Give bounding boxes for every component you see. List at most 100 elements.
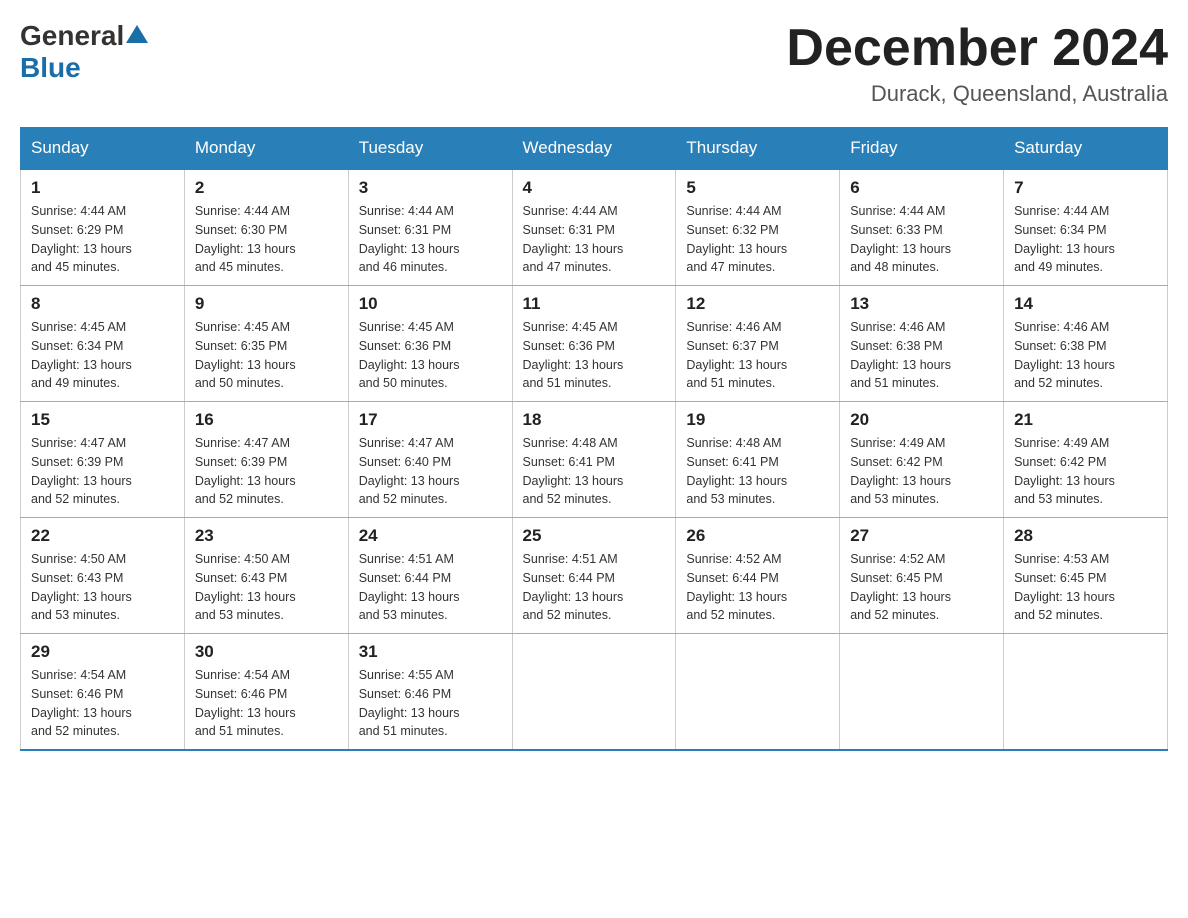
day-number: 11: [523, 294, 666, 314]
day-cell: [512, 634, 676, 751]
day-cell: 7 Sunrise: 4:44 AMSunset: 6:34 PMDayligh…: [1004, 169, 1168, 286]
day-info: Sunrise: 4:47 AMSunset: 6:40 PMDaylight:…: [359, 436, 460, 506]
week-row-1: 1 Sunrise: 4:44 AMSunset: 6:29 PMDayligh…: [21, 169, 1168, 286]
day-number: 19: [686, 410, 829, 430]
day-number: 7: [1014, 178, 1157, 198]
day-info: Sunrise: 4:44 AMSunset: 6:32 PMDaylight:…: [686, 204, 787, 274]
day-number: 10: [359, 294, 502, 314]
day-info: Sunrise: 4:44 AMSunset: 6:30 PMDaylight:…: [195, 204, 296, 274]
month-title: December 2024: [786, 20, 1168, 77]
day-cell: 13 Sunrise: 4:46 AMSunset: 6:38 PMDaylig…: [840, 286, 1004, 402]
day-number: 28: [1014, 526, 1157, 546]
day-cell: 2 Sunrise: 4:44 AMSunset: 6:30 PMDayligh…: [184, 169, 348, 286]
day-number: 16: [195, 410, 338, 430]
day-info: Sunrise: 4:46 AMSunset: 6:37 PMDaylight:…: [686, 320, 787, 390]
day-cell: 1 Sunrise: 4:44 AMSunset: 6:29 PMDayligh…: [21, 169, 185, 286]
logo-general: General: [20, 20, 124, 52]
day-info: Sunrise: 4:48 AMSunset: 6:41 PMDaylight:…: [686, 436, 787, 506]
day-info: Sunrise: 4:52 AMSunset: 6:45 PMDaylight:…: [850, 552, 951, 622]
day-number: 30: [195, 642, 338, 662]
day-cell: 8 Sunrise: 4:45 AMSunset: 6:34 PMDayligh…: [21, 286, 185, 402]
day-info: Sunrise: 4:45 AMSunset: 6:36 PMDaylight:…: [523, 320, 624, 390]
header-sunday: Sunday: [21, 128, 185, 170]
day-number: 18: [523, 410, 666, 430]
day-cell: 26 Sunrise: 4:52 AMSunset: 6:44 PMDaylig…: [676, 518, 840, 634]
day-cell: 20 Sunrise: 4:49 AMSunset: 6:42 PMDaylig…: [840, 402, 1004, 518]
calendar-table: SundayMondayTuesdayWednesdayThursdayFrid…: [20, 127, 1168, 751]
day-number: 27: [850, 526, 993, 546]
day-number: 12: [686, 294, 829, 314]
day-info: Sunrise: 4:54 AMSunset: 6:46 PMDaylight:…: [195, 668, 296, 738]
header-saturday: Saturday: [1004, 128, 1168, 170]
day-info: Sunrise: 4:48 AMSunset: 6:41 PMDaylight:…: [523, 436, 624, 506]
logo-triangle-icon: [126, 23, 148, 50]
header-monday: Monday: [184, 128, 348, 170]
header-thursday: Thursday: [676, 128, 840, 170]
day-number: 25: [523, 526, 666, 546]
week-row-3: 15 Sunrise: 4:47 AMSunset: 6:39 PMDaylig…: [21, 402, 1168, 518]
day-info: Sunrise: 4:53 AMSunset: 6:45 PMDaylight:…: [1014, 552, 1115, 622]
location-title: Durack, Queensland, Australia: [786, 81, 1168, 107]
day-number: 4: [523, 178, 666, 198]
day-info: Sunrise: 4:44 AMSunset: 6:31 PMDaylight:…: [359, 204, 460, 274]
day-number: 22: [31, 526, 174, 546]
page-header: General Blue December 2024 Durack, Queen…: [20, 20, 1168, 107]
day-cell: 29 Sunrise: 4:54 AMSunset: 6:46 PMDaylig…: [21, 634, 185, 751]
day-number: 31: [359, 642, 502, 662]
day-number: 17: [359, 410, 502, 430]
logo: General Blue: [20, 20, 148, 84]
day-info: Sunrise: 4:50 AMSunset: 6:43 PMDaylight:…: [31, 552, 132, 622]
day-info: Sunrise: 4:49 AMSunset: 6:42 PMDaylight:…: [1014, 436, 1115, 506]
day-number: 13: [850, 294, 993, 314]
calendar-header-row: SundayMondayTuesdayWednesdayThursdayFrid…: [21, 128, 1168, 170]
header-wednesday: Wednesday: [512, 128, 676, 170]
logo-blue: Blue: [20, 52, 81, 83]
day-cell: 5 Sunrise: 4:44 AMSunset: 6:32 PMDayligh…: [676, 169, 840, 286]
day-cell: 30 Sunrise: 4:54 AMSunset: 6:46 PMDaylig…: [184, 634, 348, 751]
day-info: Sunrise: 4:45 AMSunset: 6:35 PMDaylight:…: [195, 320, 296, 390]
day-number: 9: [195, 294, 338, 314]
day-number: 23: [195, 526, 338, 546]
day-cell: 4 Sunrise: 4:44 AMSunset: 6:31 PMDayligh…: [512, 169, 676, 286]
day-cell: 23 Sunrise: 4:50 AMSunset: 6:43 PMDaylig…: [184, 518, 348, 634]
day-info: Sunrise: 4:55 AMSunset: 6:46 PMDaylight:…: [359, 668, 460, 738]
day-cell: 3 Sunrise: 4:44 AMSunset: 6:31 PMDayligh…: [348, 169, 512, 286]
day-info: Sunrise: 4:47 AMSunset: 6:39 PMDaylight:…: [195, 436, 296, 506]
title-area: December 2024 Durack, Queensland, Austra…: [786, 20, 1168, 107]
day-cell: 9 Sunrise: 4:45 AMSunset: 6:35 PMDayligh…: [184, 286, 348, 402]
day-info: Sunrise: 4:44 AMSunset: 6:29 PMDaylight:…: [31, 204, 132, 274]
day-cell: 12 Sunrise: 4:46 AMSunset: 6:37 PMDaylig…: [676, 286, 840, 402]
day-info: Sunrise: 4:44 AMSunset: 6:34 PMDaylight:…: [1014, 204, 1115, 274]
day-number: 1: [31, 178, 174, 198]
day-number: 5: [686, 178, 829, 198]
day-number: 3: [359, 178, 502, 198]
day-cell: 19 Sunrise: 4:48 AMSunset: 6:41 PMDaylig…: [676, 402, 840, 518]
day-cell: 10 Sunrise: 4:45 AMSunset: 6:36 PMDaylig…: [348, 286, 512, 402]
day-info: Sunrise: 4:54 AMSunset: 6:46 PMDaylight:…: [31, 668, 132, 738]
day-cell: 17 Sunrise: 4:47 AMSunset: 6:40 PMDaylig…: [348, 402, 512, 518]
day-info: Sunrise: 4:44 AMSunset: 6:31 PMDaylight:…: [523, 204, 624, 274]
day-cell: [1004, 634, 1168, 751]
day-number: 2: [195, 178, 338, 198]
day-number: 8: [31, 294, 174, 314]
day-cell: [676, 634, 840, 751]
day-info: Sunrise: 4:44 AMSunset: 6:33 PMDaylight:…: [850, 204, 951, 274]
day-number: 14: [1014, 294, 1157, 314]
day-number: 21: [1014, 410, 1157, 430]
day-cell: 24 Sunrise: 4:51 AMSunset: 6:44 PMDaylig…: [348, 518, 512, 634]
day-info: Sunrise: 4:47 AMSunset: 6:39 PMDaylight:…: [31, 436, 132, 506]
week-row-4: 22 Sunrise: 4:50 AMSunset: 6:43 PMDaylig…: [21, 518, 1168, 634]
day-info: Sunrise: 4:50 AMSunset: 6:43 PMDaylight:…: [195, 552, 296, 622]
day-info: Sunrise: 4:49 AMSunset: 6:42 PMDaylight:…: [850, 436, 951, 506]
day-info: Sunrise: 4:52 AMSunset: 6:44 PMDaylight:…: [686, 552, 787, 622]
day-info: Sunrise: 4:45 AMSunset: 6:36 PMDaylight:…: [359, 320, 460, 390]
day-number: 20: [850, 410, 993, 430]
day-number: 26: [686, 526, 829, 546]
day-info: Sunrise: 4:51 AMSunset: 6:44 PMDaylight:…: [359, 552, 460, 622]
day-cell: 27 Sunrise: 4:52 AMSunset: 6:45 PMDaylig…: [840, 518, 1004, 634]
week-row-5: 29 Sunrise: 4:54 AMSunset: 6:46 PMDaylig…: [21, 634, 1168, 751]
day-cell: 21 Sunrise: 4:49 AMSunset: 6:42 PMDaylig…: [1004, 402, 1168, 518]
day-number: 15: [31, 410, 174, 430]
day-cell: 15 Sunrise: 4:47 AMSunset: 6:39 PMDaylig…: [21, 402, 185, 518]
week-row-2: 8 Sunrise: 4:45 AMSunset: 6:34 PMDayligh…: [21, 286, 1168, 402]
